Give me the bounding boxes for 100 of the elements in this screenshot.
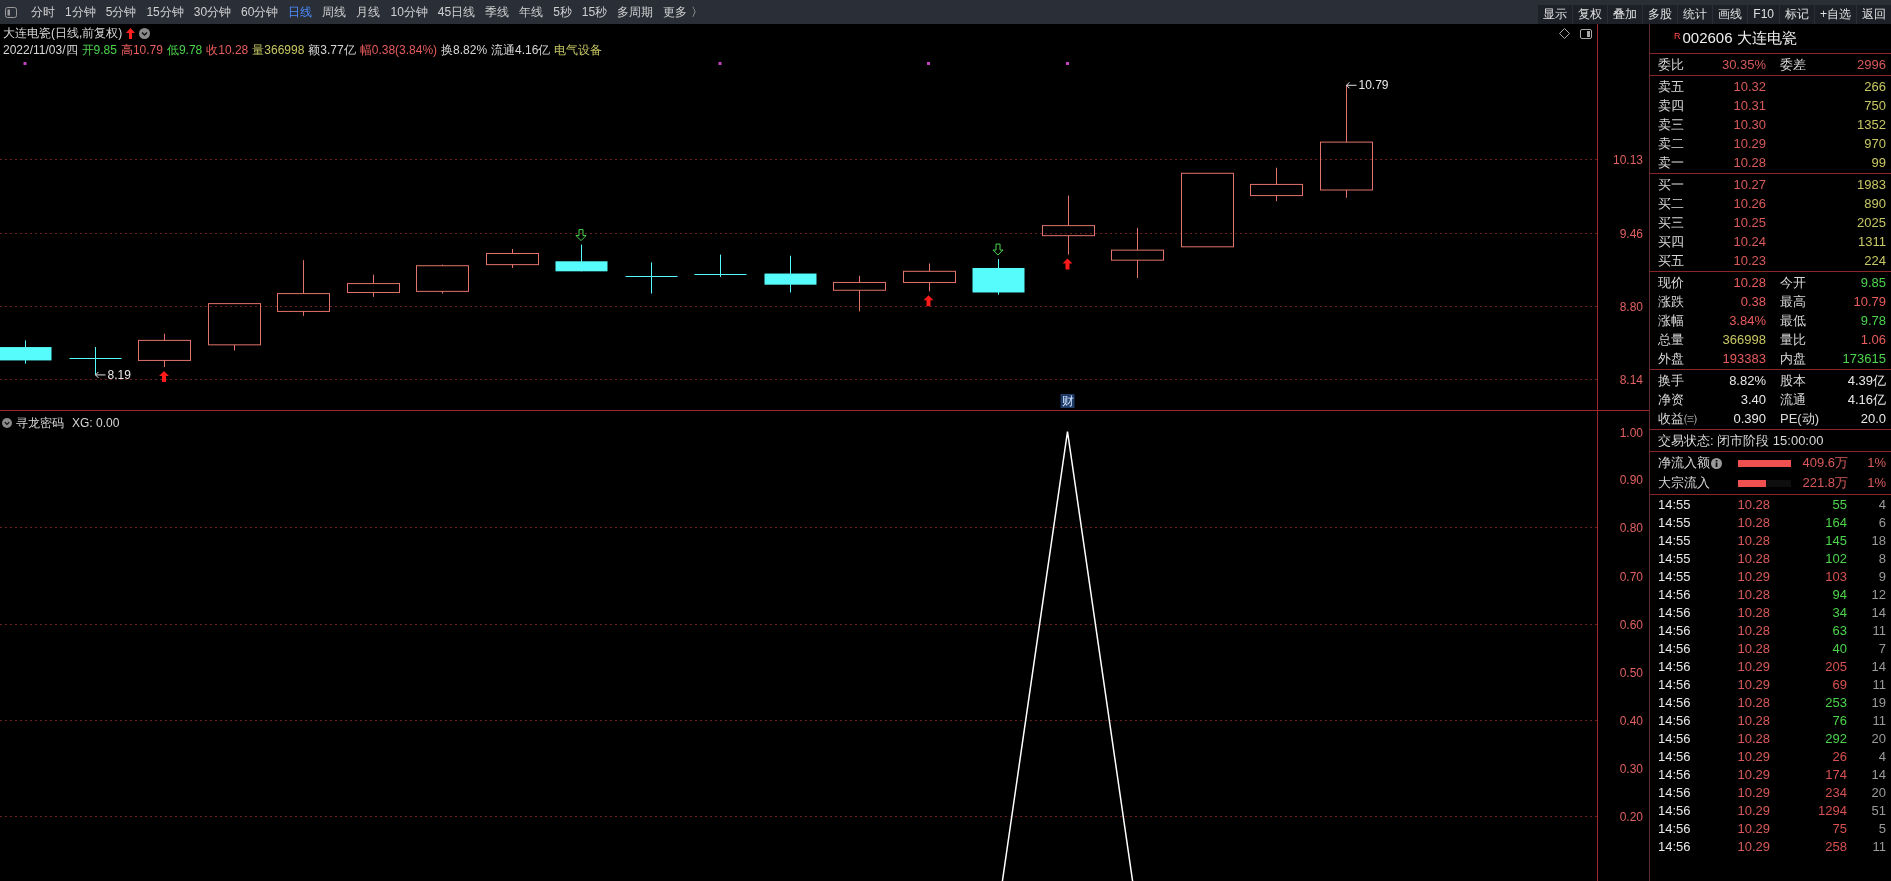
period-tab[interactable]: 15秒: [581, 3, 608, 21]
toolbar-button[interactable]: F10: [1748, 5, 1779, 24]
period-tab[interactable]: 60分钟: [241, 3, 279, 21]
candlestick: [1111, 227, 1164, 279]
order-volume: 1311: [1857, 233, 1886, 251]
stat-label: 委比: [1658, 56, 1685, 74]
tick-price: 10.28: [1736, 604, 1770, 622]
buy-arrow-icon: [159, 371, 169, 383]
info-icon[interactable]: [1711, 457, 1722, 469]
order-volume: 1352: [1856, 116, 1886, 134]
period-tab[interactable]: 多周期: [617, 3, 654, 21]
tick-price: 10.29: [1736, 748, 1770, 766]
toolbar-button[interactable]: 显示: [1538, 5, 1573, 24]
stat-label: 现价: [1658, 274, 1685, 292]
tick-time: 14:55: [1658, 568, 1692, 586]
tick-volume: 145: [1824, 532, 1847, 550]
period-tab[interactable]: 10分钟: [390, 3, 428, 21]
quote-text: 收10.28: [206, 42, 249, 59]
tick-price: 10.29: [1736, 838, 1770, 856]
period-tab[interactable]: 季线: [485, 3, 510, 21]
tick-price: 10.29: [1736, 658, 1770, 676]
indicator-reading: XG: 0.00: [72, 415, 120, 432]
dropdown-icon[interactable]: [2, 418, 12, 428]
tick-count: 11: [1871, 676, 1886, 694]
tick-volume: 75: [1831, 820, 1847, 838]
axis-label: 0.70: [1619, 569, 1643, 584]
dropdown-icon[interactable]: [139, 28, 151, 39]
candlestick: [138, 333, 191, 368]
tick-volume: 292: [1824, 730, 1847, 748]
stat-value: 10.28: [1732, 274, 1766, 292]
stat-label: 涨幅: [1658, 312, 1685, 330]
period-tab[interactable]: 1分钟: [65, 3, 96, 21]
tick-time: 14:55: [1658, 496, 1692, 514]
toolbar-button[interactable]: 统计: [1678, 5, 1713, 24]
tick-volume: 102: [1824, 550, 1847, 568]
tick-price: 10.28: [1736, 694, 1770, 712]
toolbar-button[interactable]: +自选: [1815, 5, 1856, 24]
toolbar-button[interactable]: 多股: [1643, 5, 1678, 24]
axis-label: 0.30: [1619, 761, 1643, 776]
diamond-icon[interactable]: [1559, 28, 1570, 39]
period-tab[interactable]: 45日线: [437, 3, 476, 21]
tick-time: 14:56: [1658, 712, 1692, 730]
tick-price: 10.29: [1736, 820, 1770, 838]
period-tab[interactable]: 年线: [519, 3, 544, 21]
toolbar-button[interactable]: 标记: [1780, 5, 1814, 24]
stat-label: 最高: [1780, 293, 1807, 311]
tick-count: 11: [1871, 712, 1886, 730]
stat-label: 今开: [1780, 274, 1807, 292]
panel-toggle-icon[interactable]: [1580, 28, 1592, 39]
finance-badge[interactable]: 财: [1060, 394, 1075, 408]
axis-label: 0.90: [1619, 472, 1643, 487]
order-level-label: 卖四: [1658, 97, 1685, 115]
order-level-label: 卖一: [1658, 154, 1685, 172]
candlestick: [277, 259, 330, 317]
flow-label: 净流入额: [1658, 454, 1710, 473]
period-tab[interactable]: 周线: [322, 3, 347, 21]
tick-count: 20: [1870, 730, 1886, 748]
quote-text: 电气设备: [554, 42, 603, 59]
toolbar-button[interactable]: 复权: [1573, 5, 1608, 24]
tick-time: 14:55: [1658, 514, 1692, 532]
flow-label: 大宗流入: [1658, 474, 1710, 493]
toolbar-button[interactable]: 画线: [1713, 5, 1748, 24]
tick-count: 7: [1877, 640, 1886, 658]
stat-label: 总量: [1658, 331, 1685, 349]
price-label: 10.79: [1346, 78, 1389, 93]
order-volume: 266: [1863, 78, 1886, 96]
period-tab[interactable]: 5分钟: [105, 3, 137, 21]
order-price: 10.27: [1732, 176, 1766, 194]
order-level-label: 卖二: [1658, 135, 1685, 153]
period-tab[interactable]: 更多 〉: [663, 3, 703, 21]
candlestick: [764, 255, 817, 293]
candlestick: [625, 261, 678, 295]
sidebar-toggle-icon[interactable]: [5, 6, 17, 18]
stat-label: 净资: [1658, 391, 1685, 409]
candlestick: [347, 274, 400, 298]
tick-count: 18: [1870, 532, 1886, 550]
tick-time: 14:56: [1658, 658, 1692, 676]
tick-time: 14:55: [1658, 532, 1692, 550]
period-tab[interactable]: 月线: [356, 3, 381, 21]
tick-price: 10.29: [1736, 676, 1770, 694]
period-tab[interactable]: 日线: [288, 3, 313, 21]
stat-label: 换手: [1658, 372, 1685, 390]
trade-status: 交易状态: 闭市阶段 15:00:00: [1658, 433, 1824, 448]
flow-percent: 1%: [1866, 474, 1886, 493]
tick-price: 10.28: [1736, 550, 1770, 568]
period-tab[interactable]: 15分钟: [146, 3, 184, 21]
tick-volume: 234: [1824, 784, 1847, 802]
toolbar-button[interactable]: 返回: [1857, 5, 1891, 24]
stat-label: 外盘: [1658, 350, 1685, 368]
stat-value: 20.0: [1859, 410, 1886, 428]
order-level-label: 买一: [1658, 176, 1685, 194]
period-tab[interactable]: 5秒: [553, 3, 572, 21]
axis-label: 0.80: [1619, 520, 1643, 535]
period-tab[interactable]: 分时: [31, 3, 55, 21]
order-price: 10.23: [1732, 252, 1766, 270]
stat-value: 10.79: [1852, 293, 1886, 311]
tick-price: 10.28: [1736, 496, 1770, 514]
period-tab[interactable]: 30分钟: [193, 3, 232, 21]
tick-count: 14: [1870, 604, 1886, 622]
toolbar-button[interactable]: 叠加: [1608, 5, 1643, 24]
